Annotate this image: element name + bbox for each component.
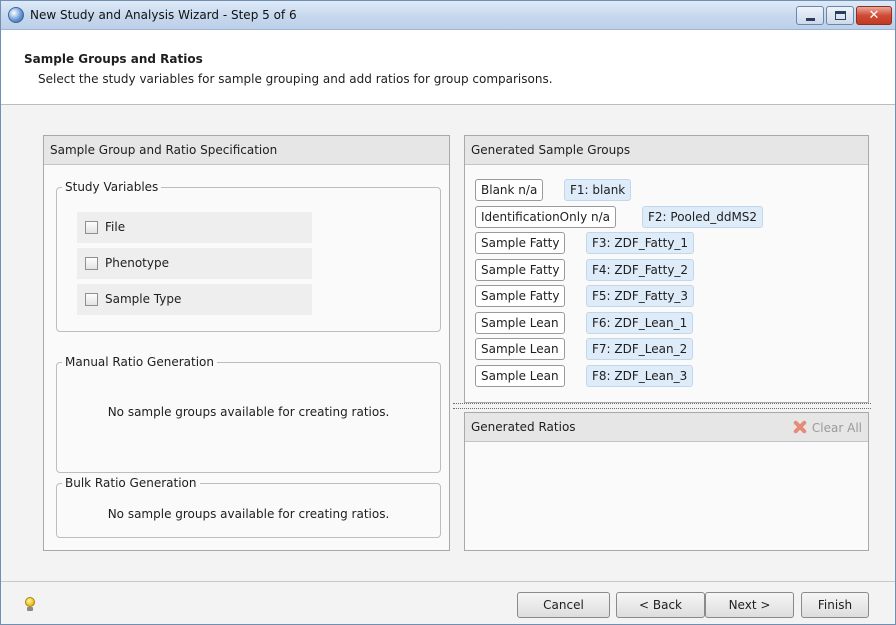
- maximize-icon: [835, 11, 846, 20]
- bulk-ratio-group: Bulk Ratio Generation No sample groups a…: [56, 476, 441, 538]
- cancel-button[interactable]: Cancel: [517, 592, 610, 618]
- panel-splitter[interactable]: [453, 403, 871, 409]
- file-tag: F8: ZDF_Lean_3: [586, 365, 694, 387]
- variable-label: Phenotype: [105, 256, 169, 270]
- study-variables-group: Study Variables File Phenotype Sample Ty…: [56, 180, 441, 332]
- bulb-base: [27, 607, 33, 611]
- file-tag: F6: ZDF_Lean_1: [586, 312, 694, 334]
- finish-button[interactable]: Finish: [801, 592, 869, 618]
- window-title: New Study and Analysis Wizard - Step 5 o…: [30, 8, 297, 22]
- step-description: Select the study variables for sample gr…: [38, 72, 553, 86]
- sample-group-ratio-panel: Sample Group and Ratio Specification Stu…: [43, 135, 450, 551]
- group-tag: Sample Lean: [475, 312, 565, 334]
- sample-type-checkbox[interactable]: [85, 293, 98, 306]
- generated-ratios-panel: Generated Ratios Clear All: [464, 412, 869, 551]
- study-variable-file[interactable]: File: [77, 212, 312, 243]
- clear-icon: [792, 420, 808, 434]
- file-tag: F5: ZDF_Fatty_3: [586, 285, 695, 307]
- phenotype-checkbox[interactable]: [85, 257, 98, 270]
- generated-ratios-title: Generated Ratios: [471, 420, 576, 434]
- group-tag: Sample Fatty: [475, 259, 566, 281]
- clear-all-button[interactable]: Clear All: [792, 420, 862, 435]
- file-tag: F4: ZDF_Fatty_2: [586, 259, 695, 281]
- lightbulb-icon[interactable]: [24, 597, 36, 611]
- panel-title: Generated Ratios Clear All: [465, 413, 868, 442]
- wizard-header: Sample Groups and Ratios Select the stud…: [1, 30, 895, 105]
- group-tag: Sample Fatty: [475, 232, 566, 254]
- group-title: Bulk Ratio Generation: [62, 476, 200, 490]
- close-icon: ✕: [868, 8, 880, 23]
- group-tag: Sample Lean: [475, 338, 565, 360]
- minimize-icon: [806, 18, 815, 21]
- file-tag: F7: ZDF_Lean_2: [586, 338, 694, 360]
- back-button[interactable]: < Back: [616, 592, 705, 618]
- variable-label: File: [105, 220, 126, 234]
- group-title: Manual Ratio Generation: [62, 355, 217, 369]
- group-title: Study Variables: [62, 180, 162, 194]
- clear-all-label: Clear All: [811, 421, 862, 435]
- manual-ratio-group: Manual Ratio Generation No sample groups…: [56, 355, 441, 473]
- group-tag: Blank n/a: [475, 179, 544, 201]
- file-tag: F1: blank: [564, 179, 632, 201]
- maximize-button[interactable]: [826, 6, 854, 25]
- app-icon: [8, 7, 24, 23]
- file-checkbox[interactable]: [85, 221, 98, 234]
- step-title: Sample Groups and Ratios: [24, 52, 203, 66]
- variable-label: Sample Type: [105, 292, 182, 306]
- close-button[interactable]: ✕: [856, 6, 892, 25]
- file-tag: F3: ZDF_Fatty_1: [586, 232, 695, 254]
- panel-title: Generated Sample Groups: [465, 136, 868, 165]
- bulb-shape: [25, 597, 35, 607]
- title-bar: New Study and Analysis Wizard - Step 5 o…: [1, 1, 895, 30]
- empty-message: No sample groups available for creating …: [107, 405, 390, 419]
- footer-divider: [1, 581, 895, 582]
- file-tag: F2: Pooled_ddMS2: [642, 206, 764, 228]
- panel-title: Sample Group and Ratio Specification: [44, 136, 449, 165]
- group-tag: IdentificationOnly n/a: [475, 206, 616, 228]
- group-tag: Sample Fatty: [475, 285, 566, 307]
- study-variable-phenotype[interactable]: Phenotype: [77, 248, 312, 279]
- study-variable-sample-type[interactable]: Sample Type: [77, 284, 312, 315]
- wizard-window: New Study and Analysis Wizard - Step 5 o…: [0, 0, 896, 625]
- next-button[interactable]: Next >: [705, 592, 794, 618]
- minimize-button[interactable]: [796, 6, 824, 25]
- empty-message: No sample groups available for creating …: [107, 507, 390, 521]
- group-tag: Sample Lean: [475, 365, 565, 387]
- generated-sample-groups-panel: Generated Sample Groups Blank n/a F1: bl…: [464, 135, 869, 403]
